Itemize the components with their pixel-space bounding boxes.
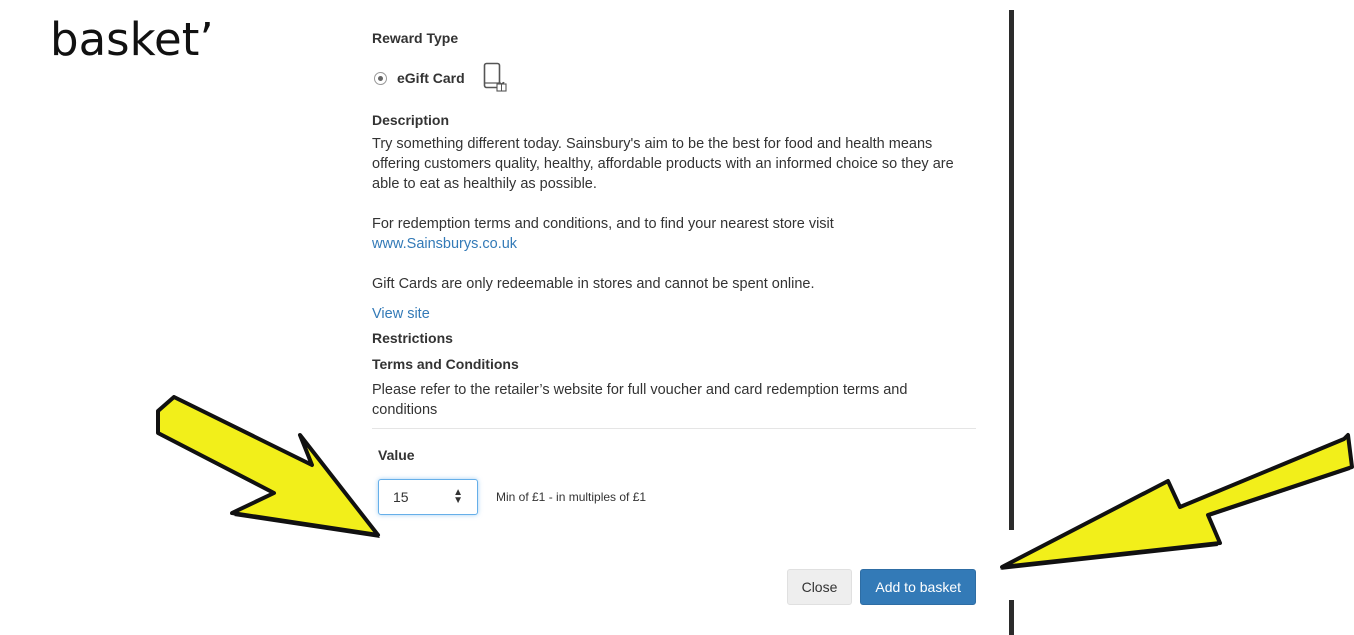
yellow-arrow-right-icon [1000,433,1354,570]
reward-type-option[interactable]: eGift Card [372,62,976,94]
egift-card-radio[interactable] [374,71,387,85]
gift-card-note: Gift Cards are only redeemable in stores… [372,276,815,292]
value-input-text: 15 [393,489,409,505]
description-text: Try something different today. Sainsbury… [372,136,954,192]
terms-heading: Terms and Conditions [372,356,519,372]
section-divider [372,428,976,429]
modal-buttons: Close Add to basket [786,569,976,605]
close-button[interactable]: Close [786,569,853,605]
value-input[interactable]: 15 ▲ ▼ [378,479,478,515]
phone-gift-icon [483,62,509,94]
terms-text: Please refer to the retailer’s website f… [372,382,908,418]
value-hint: Min of £1 - in multiples of £1 [496,490,647,504]
yellow-arrow-left-icon [156,395,380,538]
spinner-down-icon[interactable]: ▼ [453,496,463,506]
reward-type-heading: Reward Type [372,30,459,46]
egift-card-label: eGift Card [397,70,465,86]
value-row: 15 ▲ ▼ Min of £1 - in multiples of £1 [378,479,976,515]
reward-modal: Reward Type eGift Card Description Try s… [372,28,976,605]
restrictions-heading: Restrictions [372,330,453,346]
slide-caption: basket’ [50,13,214,66]
redeem-text: For redemption terms and conditions, and… [372,216,834,232]
spinner-icon[interactable]: ▲ ▼ [453,488,463,506]
redeem-block: For redemption terms and conditions, and… [372,214,976,254]
value-heading: Value [378,447,415,463]
view-site-link[interactable]: View site [372,304,976,324]
description-heading: Description [372,112,450,128]
sainsburys-link[interactable]: www.Sainsburys.co.uk [372,236,517,252]
add-to-basket-button[interactable]: Add to basket [860,569,976,605]
slide-divider-bar-lower [1009,600,1014,635]
